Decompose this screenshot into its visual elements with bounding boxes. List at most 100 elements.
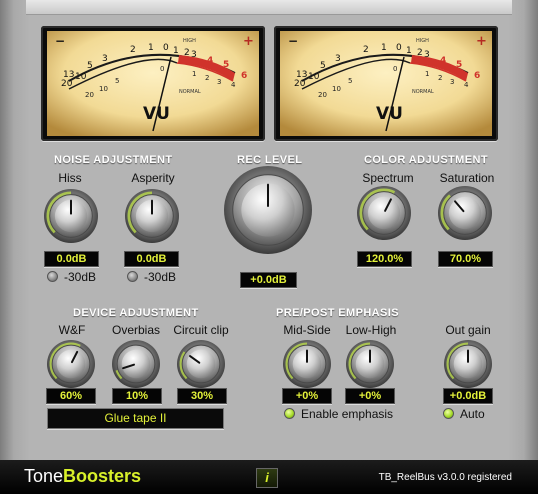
meter-red-5: 5	[223, 60, 229, 70]
asperity-knob[interactable]	[123, 187, 181, 245]
meter-scale-p1: 1	[173, 46, 179, 56]
asperity-minus30-led[interactable]	[127, 271, 138, 282]
hiss-minus30-led[interactable]	[47, 271, 58, 282]
plugin-window: − + HIGH NORMAL 13 20 10 5 3 2 1 0 1 2 3…	[0, 0, 538, 494]
spectrum-value-display[interactable]: 120.0%	[357, 251, 412, 267]
meter-plus-sign: +	[243, 34, 254, 49]
brand-boosters: Boosters	[63, 466, 142, 486]
meter-scale-10: 10	[308, 72, 320, 82]
footer-bar: ToneBoosters i TB_ReelBus v3.0.0 registe…	[0, 460, 538, 494]
meter-low-1: 1	[192, 70, 196, 78]
meter-scale-3: 3	[335, 54, 341, 64]
meter-scale-3: 3	[102, 54, 108, 64]
meter-scale-2: 2	[130, 45, 136, 55]
vu-meter-right: − + HIGH NORMAL 13 20 10 5 3 2 1 0 1 2 3…	[274, 26, 498, 141]
meter-high-label: HIGH	[416, 38, 429, 44]
meter-low-2: 2	[438, 74, 442, 82]
noise-adjustment-heading: NOISE ADJUSTMENT	[54, 154, 173, 166]
meter-scale-p2: 2	[184, 48, 190, 58]
meter-scale-5: 5	[320, 61, 326, 71]
meter-normal-label: NORMAL	[179, 89, 201, 95]
wf-value-display[interactable]: 60%	[46, 388, 96, 404]
meter-scale-p3: 3	[424, 50, 430, 60]
out-gain-label: Out gain	[445, 323, 491, 337]
saturation-label: Saturation	[439, 171, 495, 185]
meter-red-6: 6	[474, 71, 480, 81]
auto-gain-label: Auto	[460, 407, 485, 421]
meter-scale-p1: 1	[406, 46, 412, 56]
meter-scale-10: 10	[75, 72, 87, 82]
meter-minus-sign: −	[288, 34, 298, 48]
meter-vu-label: VU	[376, 104, 403, 124]
info-icon[interactable]: i	[256, 468, 278, 488]
meter-low-5: 5	[348, 77, 352, 85]
meter-scale-20: 20	[61, 79, 73, 89]
meter-scale-1: 1	[381, 43, 387, 53]
meter-low-0: 0	[393, 65, 397, 73]
enable-emphasis-led[interactable]	[284, 408, 295, 419]
hiss-knob[interactable]	[42, 187, 100, 245]
enable-emphasis-label: Enable emphasis	[301, 407, 394, 421]
circuit-clip-knob[interactable]	[175, 338, 227, 390]
circuit-clip-value-display[interactable]: 30%	[177, 388, 227, 404]
meter-low-4: 4	[231, 81, 236, 89]
overbias-value-display[interactable]: 10%	[112, 388, 162, 404]
spectrum-knob[interactable]	[355, 184, 413, 242]
meter-scale-p2: 2	[417, 48, 423, 58]
saturation-value-display[interactable]: 70.0%	[438, 251, 493, 267]
mid-side-value-display[interactable]: +0%	[282, 388, 332, 404]
wf-label: W&F	[58, 323, 86, 337]
meter-low-5: 5	[115, 77, 119, 85]
rec-level-value-display[interactable]: +0.0dB	[240, 272, 297, 288]
meter-low-0: 0	[160, 65, 164, 73]
meter-scale-p3: 3	[191, 50, 197, 60]
hiss-value-display[interactable]: 0.0dB	[44, 251, 99, 267]
top-bezel	[26, 0, 512, 15]
hiss-minus30-label: -30dB	[64, 270, 97, 284]
meter-plus-sign: +	[476, 34, 487, 49]
wf-knob[interactable]	[45, 338, 97, 390]
overbias-knob[interactable]	[110, 338, 162, 390]
emphasis-heading: PRE/POST EMPHASIS	[276, 307, 399, 319]
meter-scale-1: 1	[148, 43, 154, 53]
brand-tone: Tone	[24, 466, 64, 486]
meter-low-2: 2	[205, 74, 209, 82]
saturation-knob[interactable]	[436, 184, 494, 242]
meter-red-6: 6	[241, 71, 247, 81]
meter-low-4: 4	[464, 81, 469, 89]
overbias-label: Overbias	[111, 323, 161, 337]
meter-high-label: HIGH	[183, 38, 196, 44]
low-high-value-display[interactable]: +0%	[345, 388, 395, 404]
meter-low-1: 1	[425, 70, 429, 78]
rec-level-knob[interactable]	[222, 164, 314, 256]
meter-vu-label: VU	[143, 104, 170, 124]
color-adjustment-heading: COLOR ADJUSTMENT	[364, 154, 488, 166]
version-label: TB_ReelBus v3.0.0 registered	[378, 472, 512, 483]
meter-scale-5: 5	[87, 61, 93, 71]
tape-type-select[interactable]: Glue tape II	[47, 408, 224, 429]
asperity-value-display[interactable]: 0.0dB	[124, 251, 179, 267]
circuit-clip-label: Circuit clip	[173, 323, 229, 337]
vu-meter-left: − + HIGH NORMAL 13 20 10 5 3 2 1 0 1 2 3…	[41, 26, 265, 141]
meter-minus-sign: −	[55, 34, 65, 48]
mid-side-knob[interactable]	[281, 338, 333, 390]
low-high-knob[interactable]	[344, 338, 396, 390]
meter-red-5: 5	[456, 60, 462, 70]
meter-low-3: 3	[450, 78, 454, 86]
meter-scale-2: 2	[363, 45, 369, 55]
meter-low-20: 20	[85, 91, 94, 99]
meter-low-10: 10	[99, 85, 108, 93]
out-gain-knob[interactable]	[442, 338, 494, 390]
out-gain-value-display[interactable]: +0.0dB	[443, 388, 493, 404]
meter-scale-20: 20	[294, 79, 306, 89]
asperity-label: Asperity	[131, 171, 175, 185]
meter-red-4: 4	[207, 56, 213, 66]
meter-red-4: 4	[440, 56, 446, 66]
tonebooster-logo: ToneBoosters	[24, 466, 141, 487]
meter-normal-label: NORMAL	[412, 89, 434, 95]
meter-scale-0: 0	[396, 43, 402, 53]
meter-low-20: 20	[318, 91, 327, 99]
auto-gain-led[interactable]	[443, 408, 454, 419]
vu-meter-face-left: − + HIGH NORMAL 13 20 10 5 3 2 1 0 1 2 3…	[47, 31, 259, 136]
asperity-minus30-label: -30dB	[144, 270, 177, 284]
